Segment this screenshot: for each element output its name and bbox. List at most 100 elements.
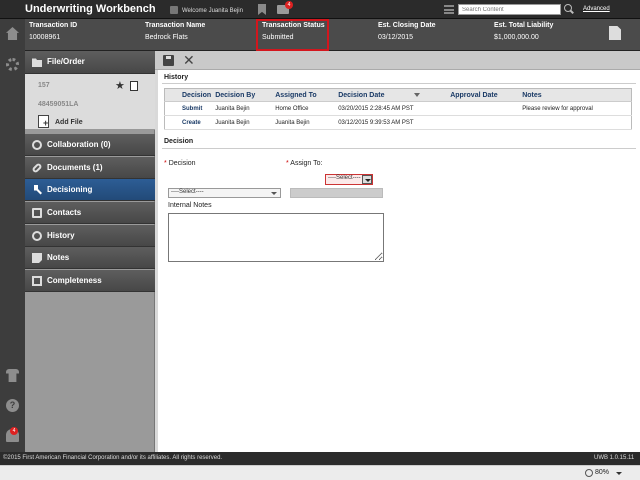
link-icon <box>31 162 43 174</box>
add-file-button[interactable]: Add File <box>55 119 83 126</box>
app-title: Underwriting Workbench <box>25 3 156 15</box>
chevron-down-icon[interactable] <box>362 175 372 184</box>
search-icon[interactable] <box>564 4 572 12</box>
closing-date: Est. Closing Date 03/12/2015 <box>378 22 436 41</box>
row-decision[interactable]: Create <box>164 115 212 130</box>
pdf-icon[interactable] <box>130 81 138 91</box>
col-notes[interactable]: Notes <box>518 88 632 102</box>
checklist-icon <box>32 276 42 286</box>
left-navigation: File/Order 157 ★ 48459051LA Add File Col… <box>25 51 155 452</box>
required-marker: * <box>286 160 289 167</box>
nav-documents[interactable]: Documents (1) <box>25 157 155 179</box>
bookmark-icon[interactable] <box>258 4 266 15</box>
star-icon[interactable]: ★ <box>115 79 125 92</box>
search-input[interactable] <box>458 4 561 15</box>
decision-label-text: Decision <box>168 160 196 167</box>
transaction-name: Transaction Name Bedrock Flats <box>145 22 205 41</box>
home-icon[interactable] <box>6 27 19 40</box>
col-decision[interactable]: Decision <box>164 88 212 102</box>
history-title: History <box>164 74 189 81</box>
transaction-header: Transaction ID 10008961 Transaction Name… <box>25 19 640 51</box>
nav-decisioning[interactable]: Decisioning <box>25 179 155 201</box>
history-divider <box>162 83 636 84</box>
col-decision-by[interactable]: Decision By <box>211 88 272 102</box>
phone-icon[interactable] <box>6 369 19 382</box>
internal-notes-label: Internal Notes <box>168 202 212 209</box>
row-decision[interactable]: Submit <box>164 101 212 116</box>
top-bar: Underwriting Workbench Welcome Juanita B… <box>0 0 640 19</box>
nav-notes[interactable]: Notes <box>25 247 155 269</box>
internal-notes-input[interactable] <box>168 213 384 262</box>
welcome-text: Welcome Juanita Bejin <box>170 6 243 14</box>
history-table: Decision Decision By Assigned To Decisio… <box>164 88 632 130</box>
zoom-level[interactable]: 80% <box>595 469 609 476</box>
content-panel: History Decision Decision By Assigned To… <box>158 70 640 452</box>
advanced-search-link[interactable]: Advanced <box>583 6 610 12</box>
nav-contacts-label: Contacts <box>47 208 82 217</box>
close-icon[interactable]: ✕ <box>183 52 195 68</box>
document-icon[interactable] <box>609 26 621 40</box>
row-decision-date: 03/20/2015 2:28:45 AM PST <box>334 101 447 116</box>
transaction-id-label: Transaction ID <box>29 22 78 29</box>
contacts-icon <box>32 208 42 218</box>
nav-contacts[interactable]: Contacts <box>25 202 155 224</box>
row-decision-date: 03/12/2015 9:39:53 AM PST <box>334 115 447 130</box>
decision-select[interactable]: ----Select---- <box>168 188 281 198</box>
nav-history[interactable]: History <box>25 225 155 247</box>
toolbar: ✕ <box>155 51 640 70</box>
status-bar: 80% <box>0 465 640 480</box>
row-assigned-to: Home Office <box>271 101 335 116</box>
zoom-icon[interactable] <box>585 469 593 477</box>
add-file-icon[interactable] <box>38 115 49 128</box>
assign-label-text: Assign To: <box>290 160 323 167</box>
status-highlight-box <box>256 19 329 51</box>
nav-notes-label: Notes <box>47 253 70 262</box>
row-assigned-to: Juanita Bejin <box>271 115 335 130</box>
nav-collaboration[interactable]: Collaboration (0) <box>25 134 155 156</box>
save-icon[interactable] <box>163 55 174 66</box>
welcome-label: Welcome Juanita Bejin <box>182 8 243 14</box>
total-liability: Est. Total Liability $1,000,000.00 <box>494 22 553 41</box>
col-approval-date[interactable]: Approval Date <box>446 88 519 102</box>
notification-badge: 4 <box>10 427 18 435</box>
file-panel: 157 ★ 48459051LA Add File <box>25 74 155 130</box>
transaction-name-label: Transaction Name <box>145 22 206 29</box>
chevron-down-icon[interactable] <box>616 472 622 475</box>
nav-file-order[interactable]: File/Order <box>25 51 155 74</box>
nav-completeness[interactable]: Completeness <box>25 270 155 292</box>
assign-to-label: * Assign To: <box>286 160 322 167</box>
help-icon[interactable]: ? <box>6 399 19 412</box>
file-number-1[interactable]: 157 <box>38 82 50 89</box>
decision-divider <box>162 148 636 149</box>
closing-date-value: 03/12/2015 <box>378 34 414 41</box>
row-decision-by: Juanita Bejin <box>211 101 272 116</box>
nav-file-order-label: File/Order <box>47 57 85 66</box>
total-liability-label: Est. Total Liability <box>494 22 554 29</box>
notes-icon <box>32 253 42 263</box>
list-icon[interactable] <box>444 5 454 14</box>
folder-icon <box>32 58 42 67</box>
required-marker: * <box>164 160 167 167</box>
row-notes: Please review for approval <box>518 101 632 116</box>
footer: ©2015 First American Financial Corporati… <box>0 452 640 465</box>
transaction-id-value: 10008961 <box>29 34 61 41</box>
nav-documents-label: Documents (1) <box>47 163 103 172</box>
collaboration-icon <box>32 140 42 150</box>
transaction-name-value: Bedrock Flats <box>145 34 188 41</box>
file-number-2[interactable]: 48459051LA <box>38 101 78 108</box>
col-decision-date-label: Decision Date <box>338 91 385 99</box>
col-assigned-to[interactable]: Assigned To <box>271 88 335 102</box>
version-text: UWB 1.0.15.11 <box>594 455 635 461</box>
nav-history-label: History <box>47 231 75 240</box>
gear-icon[interactable] <box>6 58 19 71</box>
decision-title: Decision <box>164 138 194 145</box>
nav-completeness-label: Completeness <box>47 276 102 285</box>
sort-desc-icon[interactable] <box>414 92 421 97</box>
gavel-icon <box>34 185 42 195</box>
table-row: Create Juanita Bejin Juanita Bejin 03/12… <box>164 115 632 130</box>
col-decision-date[interactable]: Decision Date <box>334 88 447 102</box>
history-header-row: Decision Decision By Assigned To Decisio… <box>164 88 632 102</box>
copyright-text: ©2015 First American Financial Corporati… <box>3 455 223 461</box>
total-liability-value: $1,000,000.00 <box>494 34 539 41</box>
table-row: Submit Juanita Bejin Home Office 03/20/2… <box>164 101 632 116</box>
